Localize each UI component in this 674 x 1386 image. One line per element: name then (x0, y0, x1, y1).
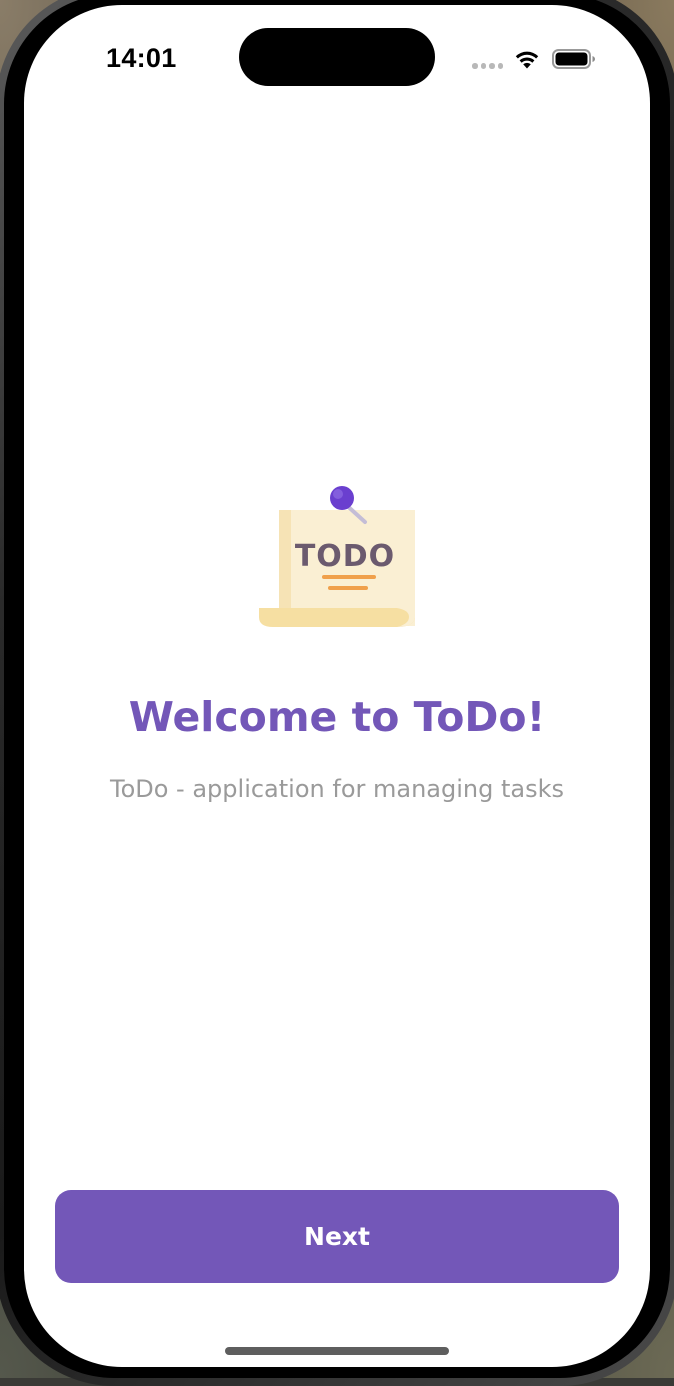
battery-icon (552, 49, 595, 69)
status-time: 14:01 (106, 43, 177, 73)
app-screen: 14:01 TODO Welcome to ToDo! ToDo - appli… (24, 5, 650, 1367)
welcome-subtitle: ToDo - application for managing tasks (110, 775, 564, 803)
todo-note-icon: TODO (259, 486, 415, 627)
dynamic-island (239, 28, 435, 86)
illustration-text: TODO (295, 539, 395, 574)
next-button[interactable]: Next (55, 1190, 619, 1283)
home-indicator[interactable] (225, 1347, 449, 1355)
status-bar: 14:01 (24, 5, 650, 105)
wifi-icon (515, 51, 539, 69)
welcome-title: Welcome to ToDo! (128, 693, 546, 741)
signal-dots-icon (472, 63, 504, 69)
next-button-label: Next (304, 1222, 370, 1251)
